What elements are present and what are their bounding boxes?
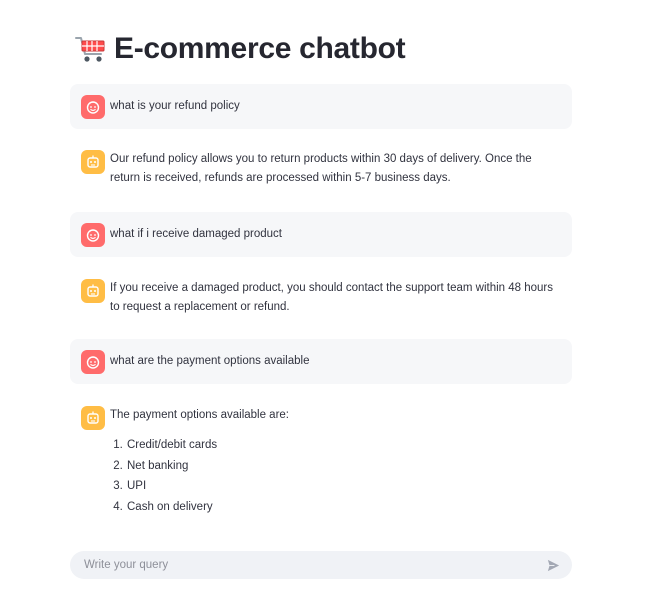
user-face-icon bbox=[81, 222, 105, 247]
page-header: E-commerce chatbot bbox=[74, 32, 406, 66]
chat-input[interactable] bbox=[82, 558, 542, 572]
chat-message-assistant: The payment options available are: Credi… bbox=[70, 406, 572, 517]
chat-message-text: what if i receive damaged product bbox=[110, 228, 282, 240]
chat-message-text: Our refund policy allows you to return p… bbox=[110, 153, 532, 184]
chat-message-text: The payment options available are: bbox=[110, 409, 289, 421]
chat-message-user: what are the payment options available bbox=[70, 339, 572, 384]
payment-options-list: Credit/debit cards Net banking UPI Cash … bbox=[110, 435, 289, 517]
chat-message-user: what is your refund policy bbox=[70, 84, 572, 129]
robot-icon bbox=[81, 406, 105, 430]
page-title: E-commerce chatbot bbox=[114, 32, 406, 65]
send-icon bbox=[547, 559, 559, 571]
list-item: UPI bbox=[126, 476, 289, 497]
robot-icon bbox=[81, 150, 105, 174]
chat-message-body: The payment options available are: Credi… bbox=[110, 406, 289, 517]
chat-message-user: what if i receive damaged product bbox=[70, 212, 572, 257]
chat-message-text: If you receive a damaged product, you sh… bbox=[110, 282, 554, 313]
chat-message-text: what are the payment options available bbox=[110, 355, 310, 367]
chat-message-assistant: If you receive a damaged product, you sh… bbox=[70, 279, 572, 317]
list-item: Net banking bbox=[126, 456, 289, 477]
user-face-icon bbox=[81, 349, 105, 374]
chat-message-assistant: Our refund policy allows you to return p… bbox=[70, 150, 572, 188]
list-item: Cash on delivery bbox=[126, 497, 289, 518]
chat-input-bar bbox=[70, 551, 572, 579]
user-face-icon bbox=[81, 94, 105, 119]
list-item: Credit/debit cards bbox=[126, 435, 289, 456]
chat-message-text: what is your refund policy bbox=[110, 100, 240, 112]
send-button[interactable] bbox=[542, 554, 564, 576]
shopping-cart-icon bbox=[74, 32, 108, 66]
robot-icon bbox=[81, 279, 105, 303]
